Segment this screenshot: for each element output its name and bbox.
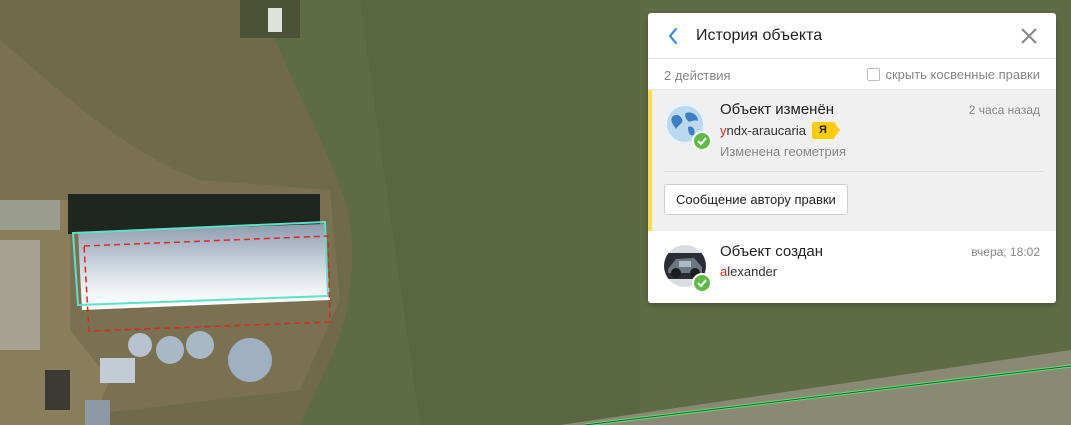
- entry-time: 2 часа назад: [968, 103, 1040, 117]
- entry-author[interactable]: y ndx-araucaria Я: [720, 122, 840, 139]
- author-name[interactable]: lexander: [727, 264, 777, 279]
- actions-count: 2 действия: [664, 68, 731, 83]
- author-name[interactable]: ndx-araucaria: [727, 123, 807, 138]
- hide-indirect-checkbox[interactable]: [867, 68, 881, 81]
- entry-description: Изменена геометрия: [720, 144, 847, 159]
- object-history-panel: История объекта 2 действия скрыть косвен…: [648, 13, 1056, 303]
- panel-title: История объекта: [696, 27, 823, 44]
- message-author-button[interactable]: Сообщение автору правки: [664, 184, 848, 215]
- hide-indirect-toggle[interactable]: скрыть косвенные правки: [867, 67, 1040, 82]
- yandex-badge-icon: Я: [812, 122, 840, 139]
- divider: [664, 171, 1044, 172]
- user-avatar[interactable]: [664, 103, 712, 151]
- back-arrow-icon[interactable]: [664, 26, 684, 46]
- close-icon[interactable]: [1020, 27, 1038, 45]
- user-avatar[interactable]: [664, 245, 712, 293]
- author-initial[interactable]: a: [720, 264, 727, 279]
- entry-author[interactable]: a lexander: [720, 264, 777, 279]
- history-toolbar: 2 действия скрыть косвенные правки: [648, 59, 1056, 90]
- entry-title: Объект создан: [720, 243, 824, 260]
- entry-time: вчера, 18:02: [971, 245, 1040, 259]
- approved-check-icon: [692, 273, 712, 293]
- entry-title: Объект изменён: [720, 101, 835, 118]
- panel-header: История объекта: [648, 13, 1056, 59]
- hide-indirect-label[interactable]: скрыть косвенные правки: [885, 67, 1040, 82]
- history-entry[interactable]: Объект изменён 2 часа назад y ndx-araucar…: [648, 90, 1056, 231]
- approved-check-icon: [692, 131, 712, 151]
- history-entry[interactable]: Объект создан вчера, 18:02 a lexander: [648, 231, 1056, 301]
